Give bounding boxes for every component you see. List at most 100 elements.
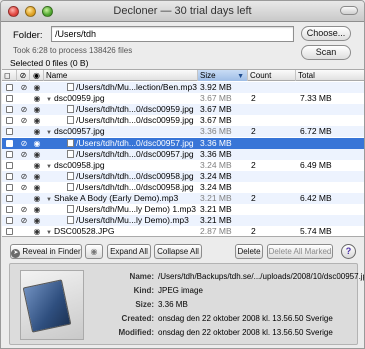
table-row[interactable]: ⊘ ◉ /Users/tdh/tdh...0/dsc00958.jpg 3.24 MB — [2, 170, 364, 182]
file-name: /Users/tdh/Mu...lection/Ben.mp3 — [76, 82, 197, 92]
table-row-group[interactable]: ◉ ▼ DSC00528.JPG 2.87 MB 2 5.74 MB — [2, 226, 364, 237]
duplicates-table[interactable]: ◻ ⊘ ◉ Name Size ▼ Count Total ⊘ ◉/Users/t… — [2, 69, 364, 237]
mark-checkbox[interactable] — [6, 161, 13, 169]
size-cell: 3.36 MB — [200, 137, 232, 148]
eye-icon[interactable]: ◉ — [32, 215, 42, 226]
header-mark-column[interactable]: ◻ — [2, 70, 17, 81]
eye-icon[interactable]: ◉ — [32, 104, 42, 115]
mark-checkbox[interactable] — [6, 117, 13, 125]
check-icon: ◻ — [4, 71, 11, 80]
size-cell: 3.67 MB — [200, 104, 232, 115]
delete-icon[interactable]: ⊘ — [19, 171, 29, 182]
delete-icon[interactable]: ⊘ — [19, 149, 29, 160]
delete-icon[interactable]: ⊘ — [19, 204, 29, 215]
mark-checkbox[interactable] — [6, 139, 13, 147]
table-row[interactable]: ⊘ ◉ /Users/tdh/Mu...ly Demo) 1.mp3 3.21 MB — [2, 204, 364, 215]
size-cell: 2.87 MB — [200, 226, 232, 237]
mark-checkbox[interactable] — [6, 84, 13, 91]
selection-summary: Selected 0 files (0 B) — [10, 58, 89, 68]
mark-checkbox[interactable] — [6, 183, 13, 191]
header-total[interactable]: Total — [296, 70, 364, 81]
total-cell: 7.33 MB — [300, 93, 332, 104]
file-name: dsc00958.jpg — [54, 159, 105, 170]
mark-checkbox[interactable] — [6, 150, 13, 158]
eye-icon[interactable]: ◉ — [32, 82, 42, 93]
eye-icon[interactable]: ◉ — [32, 126, 42, 137]
mark-checkbox[interactable] — [6, 106, 13, 114]
file-name: /Users/tdh/tdh...0/dsc00958.jpg — [76, 170, 194, 181]
eye-icon[interactable]: ◉ — [32, 138, 42, 149]
delete-button[interactable]: Delete — [235, 244, 263, 259]
total-cell: 5.74 MB — [300, 226, 332, 237]
table-row-group[interactable]: ◉ ▼ dsc00959.jpg 3.67 MB 2 7.33 MB — [2, 93, 364, 104]
mark-checkbox[interactable] — [6, 172, 13, 180]
delete-icon[interactable]: ⊘ — [19, 82, 29, 93]
eye-icon[interactable]: ◉ — [32, 204, 42, 215]
delete-icon[interactable]: ⊘ — [19, 138, 29, 149]
count-cell: 2 — [251, 193, 256, 203]
delete-all-marked-button[interactable]: Delete All Marked — [267, 244, 333, 259]
eye-icon[interactable]: ◉ — [32, 160, 42, 171]
size-cell: 3.24 MB — [200, 170, 232, 181]
info-size-value: 3.36 MB — [158, 300, 188, 309]
header-size[interactable]: Size ▼ — [198, 70, 248, 81]
scan-button[interactable]: Scan — [301, 45, 351, 60]
quick-look-button[interactable]: ◉ — [85, 244, 103, 259]
table-row[interactable]: ⊘ ◉ /Users/tdh/tdh...0/dsc00957.jpg 3.36 MB — [2, 137, 364, 149]
file-name: /Users/tdh/Mu...ly Demo).mp3 — [76, 215, 189, 226]
folder-path-input[interactable] — [51, 26, 294, 42]
help-button[interactable]: ? — [341, 244, 356, 259]
delete-icon[interactable]: ⊘ — [19, 182, 29, 193]
header-delete-column[interactable]: ⊘ — [17, 70, 30, 81]
table-row[interactable]: ⊘ ◉ /Users/tdh/tdh...0/dsc00959.jpg 3.67 MB — [2, 104, 364, 116]
delete-icon[interactable]: ⊘ — [19, 215, 29, 226]
mark-checkbox[interactable] — [6, 206, 13, 214]
header-preview-column[interactable]: ◉ — [30, 70, 44, 81]
table-row[interactable]: ⊘ ◉ /Users/tdh/Mu...ly Demo).mp3 3.21 MB — [2, 215, 364, 227]
delete-icon[interactable]: ⊘ — [19, 104, 29, 115]
sort-descending-icon: ▼ — [237, 73, 244, 80]
eye-icon: ◉ — [90, 247, 98, 256]
info-modified-value: onsdag den 22 oktober 2008 kl. 13.56.50 … — [158, 328, 333, 337]
mark-checkbox[interactable] — [6, 95, 13, 103]
table-header: ◻ ⊘ ◉ Name Size ▼ Count Total — [2, 70, 364, 81]
table-row[interactable]: ⊘ ◉ /Users/tdh/tdh...0/dsc00958.jpg 3.24 MB — [2, 182, 364, 193]
reveal-in-finder-button[interactable]: ➤ Reveal in Finder — [10, 244, 82, 259]
file-info-panel: Name: /Users/tdh/Backups/tdh.se/.../uplo… — [9, 263, 364, 345]
header-name[interactable]: Name — [44, 70, 198, 81]
mark-checkbox[interactable] — [6, 217, 13, 225]
disclosure-triangle-icon[interactable]: ▼ — [46, 228, 54, 236]
mark-checkbox[interactable] — [6, 128, 13, 136]
expand-all-button[interactable]: Expand All — [107, 244, 151, 259]
eye-icon[interactable]: ◉ — [32, 193, 42, 204]
reveal-arrow-icon: ➤ — [11, 249, 21, 258]
count-cell: 2 — [251, 226, 256, 237]
eye-icon[interactable]: ◉ — [32, 115, 42, 126]
table-row-group[interactable]: ◉ ▼ dsc00958.jpg 3.24 MB 2 6.49 MB — [2, 160, 364, 171]
header-count[interactable]: Count — [248, 70, 296, 81]
size-cell: 3.36 MB — [200, 148, 232, 159]
eye-icon[interactable]: ◉ — [32, 149, 42, 160]
mark-checkbox[interactable] — [6, 228, 13, 236]
name-cell: ▼ DSC00528.JPG — [46, 226, 114, 236]
title-bar[interactable]: Decloner — 30 trial days left — [1, 1, 364, 22]
eye-icon[interactable]: ◉ — [32, 226, 42, 236]
toolbar-toggle-button[interactable] — [340, 6, 358, 15]
choose-button[interactable]: Choose... — [301, 26, 351, 41]
eye-icon[interactable]: ◉ — [32, 93, 42, 104]
collapse-all-button[interactable]: Collapse All — [154, 244, 202, 259]
eye-icon[interactable]: ◉ — [32, 182, 42, 193]
mark-checkbox[interactable] — [6, 195, 13, 202]
table-row[interactable]: ⊘ ◉ /Users/tdh/tdh...0/dsc00959.jpg 3.67 MB — [2, 115, 364, 126]
delete-icon[interactable]: ⊘ — [19, 115, 29, 126]
table-row[interactable]: ⊘ ◉ /Users/tdh/tdh...0/dsc00957.jpg 3.36 MB — [2, 148, 364, 160]
info-created-label: Created: — [121, 314, 154, 323]
decloner-window: Decloner — 30 trial days left Folder: Ch… — [0, 0, 365, 349]
eye-icon[interactable]: ◉ — [32, 171, 42, 182]
info-name-label: Name: — [129, 272, 154, 281]
table-row-group[interactable]: ◉ ▼ Shake A Body (Early Demo).mp3 3.21 MB 2 6… — [2, 193, 364, 204]
table-row-group[interactable]: ◉ ▼ dsc00957.jpg 3.36 MB 2 6.72 MB — [2, 126, 364, 138]
folder-label: Folder: — [13, 30, 43, 41]
total-cell: 6.49 MB — [300, 159, 332, 170]
table-row[interactable]: ⊘ ◉ /Users/tdh/Mu...lection/Ben.mp3 3.92 MB — [2, 82, 364, 93]
